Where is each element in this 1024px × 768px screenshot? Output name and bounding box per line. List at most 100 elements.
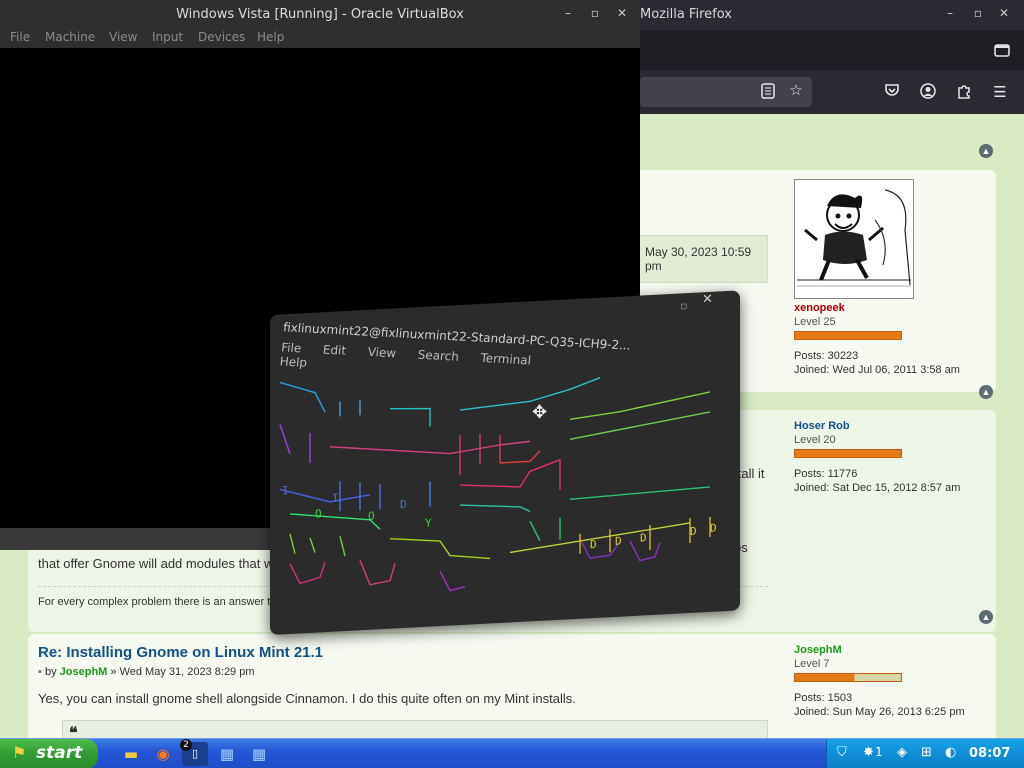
bluetooth-icon[interactable]: ◈ xyxy=(897,745,907,760)
posts-count[interactable]: 11776 xyxy=(828,468,858,480)
svg-text:D: D xyxy=(690,525,697,538)
maximize-icon[interactable]: ▫ xyxy=(970,6,986,20)
posts-stat: Posts: 1503 xyxy=(794,692,994,704)
close-icon[interactable]: ✕ xyxy=(702,292,713,308)
url-bar[interactable]: ☆ xyxy=(640,77,812,107)
svg-text:O: O xyxy=(368,510,375,523)
user-profile: xenopeek Level 25 Posts: 30223 Joined: W… xyxy=(794,302,994,376)
account-icon[interactable] xyxy=(918,83,938,103)
rank-bar xyxy=(794,673,902,682)
pocket-icon[interactable] xyxy=(882,83,902,101)
posts-stat: Posts: 11776 xyxy=(794,468,994,480)
maximize-icon[interactable]: ▫ xyxy=(587,6,603,20)
volume-icon[interactable]: ◐ xyxy=(945,745,956,760)
joined-date: Wed Jul 06, 2011 3:58 am xyxy=(832,364,960,376)
menu-icon[interactable]: ☰ xyxy=(990,83,1010,101)
firefox-icon[interactable]: ◉ xyxy=(150,742,176,766)
avatar xyxy=(794,179,914,299)
notification-count: 1 xyxy=(875,745,883,759)
menu-machine[interactable]: Machine xyxy=(45,30,95,44)
post-title[interactable]: Re: Installing Gnome on Linux Mint 21.1 xyxy=(38,644,323,661)
back-to-top-icon[interactable]: ▲ xyxy=(979,144,993,158)
author-link[interactable]: JosephM xyxy=(60,666,108,678)
posts-label: Posts: xyxy=(794,350,825,362)
terminal-window[interactable]: fixlinuxmint22@fixlinuxmint22-Standard-P… xyxy=(270,290,740,635)
start-button[interactable]: ⚑ start xyxy=(0,739,98,768)
back-to-top-icon[interactable]: ▲ xyxy=(979,385,993,399)
network-icon[interactable]: ⊞ xyxy=(921,745,932,760)
extensions-icon[interactable] xyxy=(954,83,974,103)
joined-label: Joined: xyxy=(794,364,830,376)
joined-stat: Joined: Wed Jul 06, 2011 3:58 am xyxy=(794,364,994,376)
joined-label: Joined: xyxy=(794,706,830,718)
firefox-window-title: Mozilla Firefox xyxy=(640,7,732,22)
svg-text:I: I xyxy=(332,491,339,504)
posts-label: Posts: xyxy=(794,468,825,480)
menu-help[interactable]: Help xyxy=(257,30,284,44)
tab-overview-icon[interactable] xyxy=(994,42,1010,61)
back-to-top-icon[interactable]: ▲ xyxy=(979,610,993,624)
notifications-icon[interactable]: ✸ xyxy=(863,745,874,760)
svg-text:Y: Y xyxy=(425,517,432,530)
posts-stat: Posts: 30223 xyxy=(794,350,994,362)
minimize-icon[interactable]: – xyxy=(942,6,958,20)
virtualbox-menubar: File Machine View Input Devices Help xyxy=(0,28,640,48)
forum-post: Re: Installing Gnome on Linux Mint 21.1 … xyxy=(28,634,996,740)
clock[interactable]: 08:07 xyxy=(969,746,1010,761)
menu-devices[interactable]: Devices xyxy=(198,30,245,44)
file-manager-icon[interactable]: ▬ xyxy=(118,742,144,766)
posts-label: Posts: xyxy=(794,692,825,704)
svg-text:D: D xyxy=(590,538,597,551)
signature: For every complex problem there is an an… xyxy=(38,596,283,608)
svg-text:D: D xyxy=(615,535,622,548)
menu-view[interactable]: View xyxy=(367,345,397,360)
rank-bar xyxy=(794,331,902,340)
close-icon[interactable]: ✕ xyxy=(614,6,630,20)
joined-stat: Joined: Sun May 26, 2013 6:25 pm xyxy=(794,706,994,718)
username[interactable]: xenopeek xyxy=(794,302,994,314)
menu-view[interactable]: View xyxy=(109,30,137,44)
post-date-fragment: May 30, 2023 10:59 pm xyxy=(645,245,752,273)
user-level: Level 20 xyxy=(794,434,836,446)
post-icon[interactable]: ▪ xyxy=(38,666,42,678)
posts-count[interactable]: 1503 xyxy=(828,692,852,704)
quote-header: May 30, 2023 10:59 pm xyxy=(638,235,768,283)
username[interactable]: Hoser Rob xyxy=(794,420,994,432)
menu-file[interactable]: File xyxy=(10,30,30,44)
by-label: by xyxy=(44,666,57,678)
window-count-badge: 2 xyxy=(180,739,192,751)
move-cursor-icon: ✥ xyxy=(532,402,548,423)
reader-view-icon[interactable] xyxy=(758,83,778,103)
close-icon[interactable]: ✕ xyxy=(996,6,1012,20)
post-body-fragment: that offer Gnome will add modules that w xyxy=(38,556,274,571)
shield-icon[interactable]: ⛉ xyxy=(837,745,847,760)
username[interactable]: JosephM xyxy=(794,644,994,656)
virtualbox-icon[interactable]: ▦ xyxy=(214,742,240,766)
joined-date: Sat Dec 15, 2012 8:57 am xyxy=(832,482,961,494)
quote-box: ❝ xyxy=(62,720,768,740)
menu-edit[interactable]: Edit xyxy=(322,343,347,358)
virtualbox-window-title: Windows Vista [Running] - Oracle Virtual… xyxy=(176,7,464,22)
user-profile: Hoser Rob Level 20 Posts: 11776 Joined: … xyxy=(794,420,994,494)
joined-stat: Joined: Sat Dec 15, 2012 8:57 am xyxy=(794,482,994,494)
posts-count[interactable]: 30223 xyxy=(828,350,859,362)
menu-help[interactable]: Help xyxy=(279,354,308,369)
taskbar: ⚑ start ▬ ◉ ▯ 2 ▦ ▦ ⛉ ✸ 1 ◈ ⊞ ◐ 08:07 xyxy=(0,738,1024,768)
virtualbox-manager-icon[interactable]: ▦ xyxy=(246,742,272,766)
svg-text:D: D xyxy=(640,531,647,544)
menu-input[interactable]: Input xyxy=(152,30,183,44)
post-meta: ▪ by JosephM » Wed May 31, 2023 8:29 pm xyxy=(38,666,255,678)
ascii-art: DDD DD II D O OY xyxy=(279,377,717,592)
menu-search[interactable]: Search xyxy=(417,348,459,364)
joined-date: Sun May 26, 2013 6:25 pm xyxy=(832,706,965,718)
user-level: Level 25 xyxy=(794,316,836,328)
svg-text:D: D xyxy=(710,522,717,535)
virtualbox-titlebar[interactable]: Windows Vista [Running] - Oracle Virtual… xyxy=(0,0,640,28)
minimize-icon[interactable]: – xyxy=(560,6,576,20)
bookmark-star-icon[interactable]: ☆ xyxy=(786,81,806,99)
maximize-icon[interactable]: ▫ xyxy=(680,299,687,312)
start-logo-icon: ⚑ xyxy=(12,743,27,762)
menu-file[interactable]: File xyxy=(281,340,302,355)
post-body: Yes, you can install gnome shell alongsi… xyxy=(38,691,576,706)
svg-text:I: I xyxy=(282,484,289,497)
